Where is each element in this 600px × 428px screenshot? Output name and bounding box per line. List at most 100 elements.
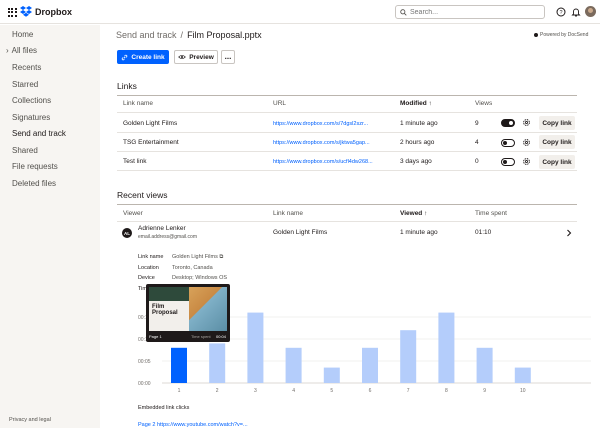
external-link-icon[interactable]: ⧉ (219, 254, 223, 260)
slide-photo (189, 287, 227, 331)
preview-button[interactable]: Preview (174, 50, 218, 64)
more-options-button[interactable]: ... (221, 50, 235, 64)
chart-bar[interactable] (247, 312, 264, 383)
copy-link-button[interactable]: Copy link (539, 135, 575, 149)
sidebar-item-shared[interactable]: Shared (12, 146, 38, 155)
chart-bar[interactable] (209, 343, 226, 383)
sidebar-item-all-files[interactable]: › All files (6, 46, 37, 55)
breadcrumb-separator: / (180, 30, 184, 40)
x-tick-label: 7 (407, 388, 410, 394)
links-heading: Links (117, 81, 137, 91)
link-row-url[interactable]: https://www.dropbox.com/s/jktwa5gap... (273, 140, 370, 146)
embedded-clicks-row[interactable]: Page 2 https://www.youtube.com/watch?v=.… (138, 422, 248, 428)
sidebar-item-home[interactable]: Home (12, 30, 33, 39)
column-time-spent[interactable]: Time spent (475, 210, 507, 217)
sidebar-item-signatures[interactable]: Signatures (12, 113, 50, 122)
detail-device-value: Desktop; Windows OS (172, 275, 228, 281)
chart-bar[interactable] (323, 367, 340, 383)
chart-bar[interactable] (476, 347, 493, 383)
sidebar-item-collections[interactable]: Collections (12, 96, 51, 105)
link-row-views: 4 (475, 139, 479, 146)
chevron-right-icon[interactable] (566, 229, 572, 237)
row-divider (117, 170, 577, 171)
link-row-name: TSG Entertainment (123, 139, 179, 146)
app-grid-icon[interactable] (6, 6, 18, 18)
recent-views-top-divider (117, 204, 577, 205)
chevron-right-icon: › (6, 46, 9, 55)
viewer-avatar: AL (122, 228, 132, 238)
search-icon (400, 8, 407, 16)
x-tick-label: 6 (369, 388, 372, 394)
column-modified-label: Modified (400, 100, 427, 107)
column-views[interactable]: Views (475, 100, 492, 107)
x-tick-label: 10 (520, 388, 526, 394)
brand-name: Dropbox (35, 6, 72, 17)
column-viewed[interactable]: Viewed ↑ (400, 210, 427, 217)
svg-text:?: ? (559, 10, 562, 16)
slide-title-card: Film Proposal (149, 301, 189, 331)
search-input[interactable] (410, 8, 540, 16)
viewer-email: email.address@gmail.com (138, 234, 197, 240)
bell-icon[interactable] (571, 7, 581, 17)
detail-device-label: Device (138, 275, 155, 281)
embedded-clicks-label: Embedded link clicks (138, 405, 190, 411)
create-link-button[interactable]: Create link (117, 50, 169, 64)
detail-location-label: Location (138, 265, 159, 271)
chart-bar[interactable] (514, 367, 531, 383)
column-link-name[interactable]: Link name (273, 210, 303, 217)
recent-views-heading: Recent views (117, 190, 168, 200)
link-row-url[interactable]: https://www.dropbox.com/s/ucfl4dw268... (273, 159, 373, 165)
gear-icon[interactable] (522, 118, 531, 127)
x-tick-label: 5 (330, 388, 333, 394)
breadcrumb-current: Film Proposal.pptx (187, 30, 262, 40)
chart-bar[interactable] (400, 330, 417, 383)
detail-link-name-text: Golden Light Films (172, 254, 218, 260)
link-row-modified: 2 hours ago (400, 139, 435, 146)
links-top-divider (117, 95, 577, 96)
privacy-link[interactable]: Privacy and legal (9, 417, 51, 423)
sidebar-item-send-and-track[interactable]: Send and track (12, 129, 66, 138)
link-row-url[interactable]: https://www.dropbox.com/s/7dgsl2szr... (273, 121, 368, 127)
user-avatar[interactable] (585, 6, 596, 17)
sort-arrow-up-icon: ↑ (424, 210, 428, 217)
help-icon[interactable]: ? (556, 7, 566, 17)
tooltip-page: Page 1 (149, 334, 162, 339)
link-enabled-toggle[interactable] (501, 119, 515, 127)
breadcrumb: Send and track / Film Proposal.pptx (116, 30, 262, 40)
dropbox-glyph-icon (20, 6, 32, 17)
sidebar-item-deleted-files[interactable]: Deleted files (12, 179, 56, 188)
link-row-views: 0 (475, 158, 479, 165)
copy-link-button[interactable]: Copy link (539, 116, 575, 130)
gear-icon[interactable] (522, 157, 531, 166)
dropbox-logo[interactable]: Dropbox (20, 6, 72, 17)
copy-link-button[interactable]: Copy link (539, 155, 575, 169)
x-tick-label: 1 (178, 388, 181, 394)
breadcrumb-parent[interactable]: Send and track (116, 30, 177, 40)
chart-bar[interactable] (438, 312, 455, 383)
gear-icon[interactable] (522, 138, 531, 147)
sidebar-item-file-requests[interactable]: File requests (12, 162, 58, 171)
sidebar: Home › All files Recents Starred Collecti… (0, 25, 100, 428)
x-tick-label: 4 (292, 388, 295, 394)
link-enabled-toggle[interactable] (501, 158, 515, 166)
link-enabled-toggle[interactable] (501, 139, 515, 147)
tooltip-time-label: Time spent (191, 334, 211, 339)
chart-bar[interactable] (362, 347, 378, 383)
sidebar-item-recents[interactable]: Recents (12, 63, 41, 72)
sidebar-item-starred[interactable]: Starred (12, 80, 38, 89)
column-modified[interactable]: Modified ↑ (400, 100, 432, 107)
create-link-label: Create link (131, 53, 165, 61)
x-tick-label: 2 (216, 388, 219, 394)
viewer-name: Adrienne Lenker (138, 225, 186, 232)
links-header-divider (117, 112, 577, 113)
chart-bar[interactable] (171, 347, 187, 383)
search-box[interactable] (395, 5, 545, 19)
column-viewer[interactable]: Viewer (123, 210, 143, 217)
chart-bar[interactable] (285, 347, 302, 383)
page-preview-tooltip: Film Proposal Page 1 Time spent 00:04 (146, 284, 230, 342)
link-row-name: Golden Light Films (123, 120, 178, 127)
column-link-name[interactable]: Link name (123, 100, 153, 107)
y-tick-label: 00:00 (138, 381, 151, 387)
detail-link-name-label: Link name (138, 254, 164, 260)
column-url[interactable]: URL (273, 100, 286, 107)
